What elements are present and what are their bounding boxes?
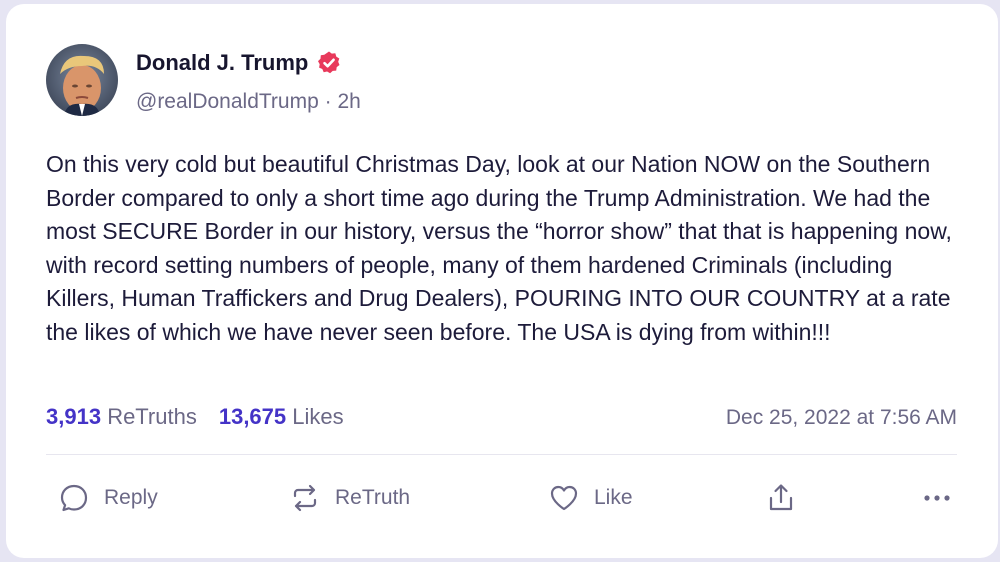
author-row: Donald J. Trump [136,50,342,76]
retruth-label: ReTruth [335,486,411,509]
author-name[interactable]: Donald J. Trump [136,50,308,76]
handle-row: @realDonaldTrump · 2h [136,90,361,114]
divider [46,454,957,455]
reply-label: Reply [104,486,158,509]
author-handle[interactable]: @realDonaldTrump [136,90,319,113]
share-icon [769,484,793,511]
likes-count: 13,675 [218,404,287,429]
post-stats: 3,913 ReTruths 13,675 Likes [46,404,344,430]
like-button[interactable]: Like [548,476,633,520]
verified-badge-icon [318,51,340,74]
like-label: Like [594,486,633,509]
share-button[interactable] [765,476,797,520]
reply-icon [60,484,88,512]
post-time-ago[interactable]: 2h [337,90,360,113]
post-card: Donald J. Trump @realDonaldTrump · 2h On… [6,4,998,558]
reply-button[interactable]: Reply [58,476,158,520]
meta-separator: · [324,90,332,113]
more-options-button[interactable] [921,476,953,520]
likes-label: Likes [292,404,344,429]
avatar[interactable] [46,44,118,116]
retruths-stat[interactable]: 3,913 ReTruths [46,404,197,430]
more-icon [924,495,950,501]
avatar-image [46,44,118,116]
action-bar: Reply ReTruth Like [46,476,957,520]
post-timestamp[interactable]: Dec 25, 2022 at 7:56 AM [726,406,957,430]
post-body-text: On this very cold but beautiful Christma… [46,151,952,345]
retruths-count: 3,913 [46,404,102,429]
like-icon [550,485,578,511]
retruth-button[interactable]: ReTruth [289,476,410,520]
likes-stat[interactable]: 13,675 Likes [219,404,344,430]
retruths-label: ReTruths [107,404,197,429]
retruth-icon [293,484,317,512]
